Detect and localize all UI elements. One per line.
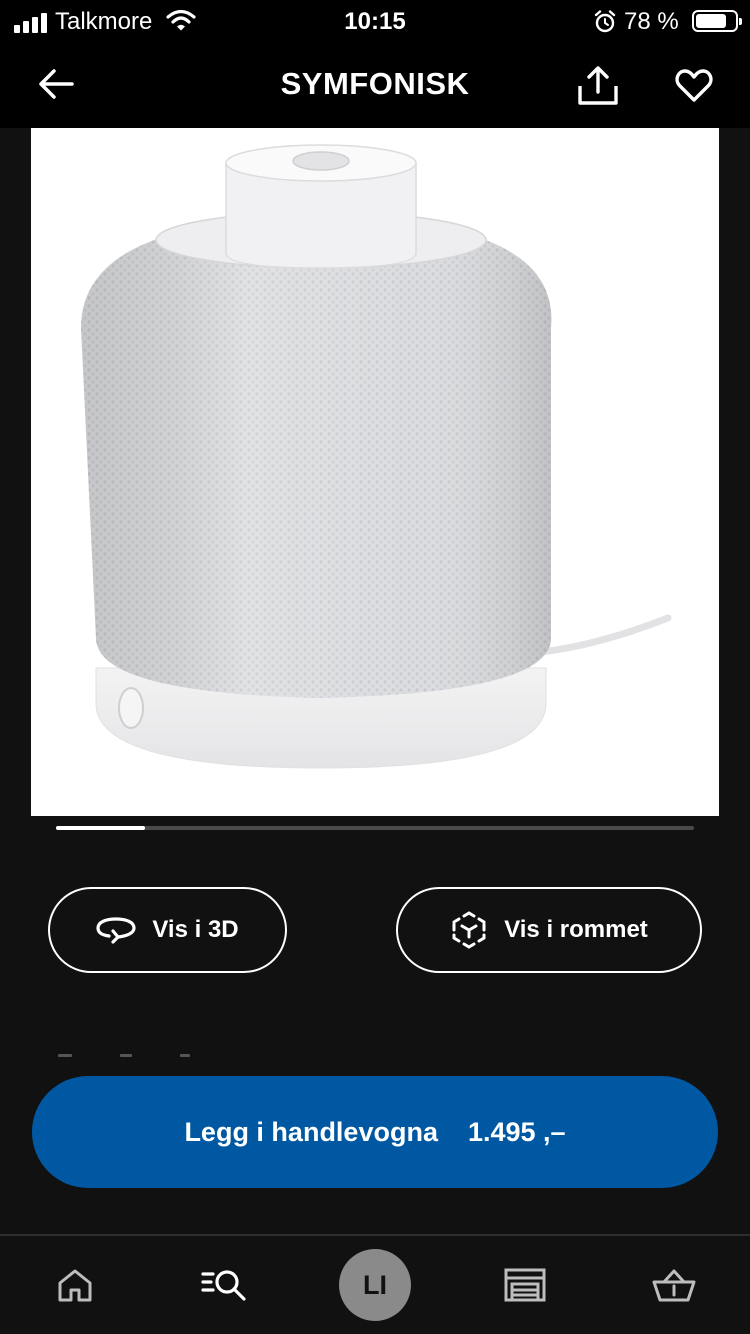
view-3d-label: Vis i 3D bbox=[152, 916, 239, 943]
tab-home[interactable] bbox=[35, 1236, 115, 1334]
gallery-progress-bar[interactable] bbox=[56, 826, 694, 830]
ar-cube-icon bbox=[452, 911, 486, 949]
heart-icon bbox=[675, 69, 713, 102]
app-header: SYMFONISK bbox=[0, 44, 750, 128]
battery-icon bbox=[692, 10, 742, 32]
avatar: LI bbox=[339, 1249, 411, 1321]
gallery-progress-fill bbox=[56, 826, 146, 830]
alarm-icon bbox=[594, 10, 616, 39]
back-button[interactable] bbox=[36, 64, 76, 104]
tab-cart[interactable] bbox=[634, 1236, 714, 1334]
tab-profile[interactable]: LI bbox=[335, 1236, 415, 1334]
speaker-photo bbox=[81, 144, 672, 769]
clipped-text-hint bbox=[58, 1054, 208, 1058]
tab-search[interactable] bbox=[184, 1236, 264, 1334]
page-title: SYMFONISK bbox=[280, 66, 470, 101]
battery-percent: 78 % bbox=[624, 8, 679, 35]
add-to-cart-label: Legg i handlevogna bbox=[184, 1116, 438, 1147]
avatar-initials: LI bbox=[363, 1269, 387, 1300]
status-bar: Talkmore 10:15 78 % bbox=[0, 0, 750, 44]
search-list-icon bbox=[201, 1270, 246, 1301]
product-page: Talkmore 10:15 78 % SYMFONISK Vis i 3D V… bbox=[0, 0, 750, 1334]
view-in-room-label: Vis i rommet bbox=[504, 916, 648, 943]
product-image[interactable] bbox=[31, 128, 719, 816]
tab-stores[interactable] bbox=[485, 1236, 565, 1334]
basket-icon bbox=[652, 1269, 696, 1302]
bottom-tab-bar: LI bbox=[0, 1234, 750, 1334]
store-icon bbox=[504, 1268, 546, 1302]
view-in-room-button[interactable]: Vis i rommet bbox=[396, 887, 702, 973]
view-3d-button[interactable]: Vis i 3D bbox=[48, 887, 287, 973]
arrow-left-icon bbox=[39, 69, 74, 99]
add-to-cart-button[interactable]: Legg i handlevogna 1.495 ,– bbox=[32, 1076, 718, 1188]
share-button[interactable] bbox=[574, 62, 622, 110]
product-price: 1.495 ,– bbox=[467, 1116, 566, 1147]
favorite-button[interactable] bbox=[670, 62, 718, 110]
share-icon bbox=[578, 66, 618, 105]
rotate-360-icon bbox=[96, 917, 136, 944]
home-icon bbox=[58, 1269, 92, 1302]
